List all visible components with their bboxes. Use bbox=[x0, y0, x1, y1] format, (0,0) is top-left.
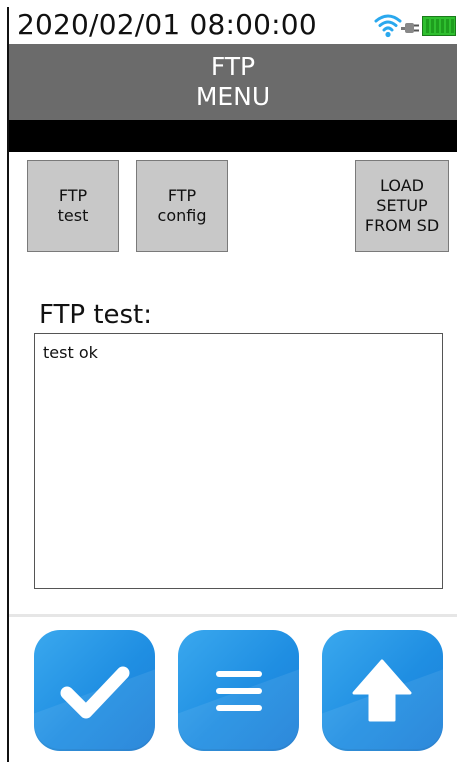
ftp-test-section-label: FTP test: bbox=[39, 300, 153, 330]
status-bar: 2020/02/01 08:00:00 bbox=[9, 7, 457, 44]
ftp-config-button-label-2: config bbox=[157, 206, 207, 225]
ftp-test-log-text: test ok bbox=[43, 343, 98, 362]
header-title-line1: FTP bbox=[210, 52, 256, 81]
ftp-test-button-label-1: FTP bbox=[58, 186, 88, 205]
load-setup-button-label-2: SETUP bbox=[376, 196, 428, 215]
page-header: FTP MENU bbox=[9, 44, 457, 120]
bottom-divider bbox=[9, 614, 457, 617]
load-setup-button-label-1: LOAD bbox=[380, 176, 424, 195]
clock: 2020/02/01 08:00:00 bbox=[17, 8, 317, 41]
checkmark-icon bbox=[60, 666, 130, 719]
up-button[interactable] bbox=[322, 630, 443, 751]
ftp-test-button-label-2: test bbox=[57, 206, 89, 225]
ftp-test-log[interactable]: test ok bbox=[34, 333, 443, 589]
ftp-test-button[interactable]: FTP test bbox=[27, 160, 119, 252]
load-setup-from-sd-button[interactable]: LOAD SETUP FROM SD bbox=[355, 160, 449, 252]
ftp-config-button-label-1: FTP bbox=[167, 186, 197, 205]
device-screen: 2020/02/01 08:00:00 FTP MENU FTP test FT… bbox=[7, 7, 457, 762]
load-setup-button-label-3: FROM SD bbox=[364, 216, 440, 235]
wifi-icon bbox=[374, 14, 402, 38]
menu-button[interactable] bbox=[178, 630, 299, 751]
header-title-line2: MENU bbox=[195, 82, 271, 111]
ftp-config-button[interactable]: FTP config bbox=[136, 160, 228, 252]
menu-icon bbox=[216, 671, 262, 711]
arrow-up-icon bbox=[352, 659, 412, 722]
plug-icon bbox=[401, 23, 419, 33]
battery-icon bbox=[422, 16, 456, 36]
confirm-button[interactable] bbox=[34, 630, 155, 751]
header-band bbox=[9, 120, 457, 152]
